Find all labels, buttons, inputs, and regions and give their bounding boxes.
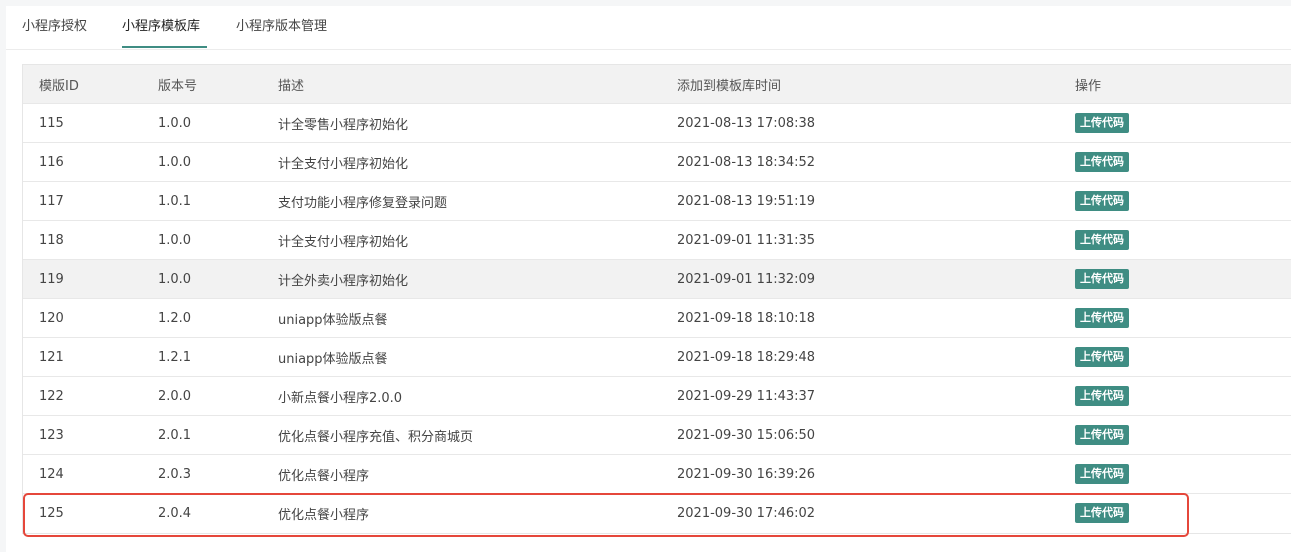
tab-version-management[interactable]: 小程序版本管理 bbox=[236, 18, 327, 36]
upload-code-button[interactable]: 上传代码 bbox=[1075, 152, 1129, 172]
cell-time: 2021-08-13 19:51:19 bbox=[677, 193, 816, 209]
cell-action: 上传代码 bbox=[1059, 182, 1291, 221]
upload-code-button[interactable]: 上传代码 bbox=[1075, 425, 1129, 445]
cell-version: 1.0.0 bbox=[158, 154, 192, 170]
header-added-time: 添加到模板库时间 bbox=[677, 78, 782, 94]
template-table: 模版ID 版本号 描述 添加到模板库时间 操作 115 1.0.0 计全零售小程… bbox=[23, 65, 1291, 533]
cell-action: 上传代码 bbox=[1059, 338, 1291, 377]
cell-time: 2021-09-01 11:31:35 bbox=[677, 232, 816, 248]
cell-id: 115 bbox=[39, 115, 64, 131]
cell-time: 2021-08-13 18:34:52 bbox=[677, 154, 816, 170]
cell-time: 2021-09-30 15:06:50 bbox=[677, 427, 816, 443]
cell-action: 上传代码 bbox=[1059, 299, 1291, 338]
table-row: 120 1.2.0 uniapp体验版点餐 2021-09-18 18:10:1… bbox=[23, 298, 1291, 338]
cell-description: 优化点餐小程序 bbox=[278, 507, 370, 523]
cell-description: 优化点餐小程序 bbox=[278, 468, 370, 484]
cell-action: 上传代码 bbox=[1059, 377, 1291, 416]
tab-template-library[interactable]: 小程序模板库 bbox=[122, 18, 200, 36]
table-row: 119 1.0.0 计全外卖小程序初始化 2021-09-01 11:32:09… bbox=[23, 259, 1291, 299]
cell-id: 117 bbox=[39, 193, 64, 209]
cell-id: 120 bbox=[39, 310, 64, 326]
table-row: 124 2.0.3 优化点餐小程序 2021-09-30 16:39:26 上传… bbox=[23, 454, 1291, 494]
table-row: 125 2.0.4 优化点餐小程序 2021-09-30 17:46:02 上传… bbox=[23, 493, 1291, 533]
cell-id: 125 bbox=[39, 505, 64, 521]
upload-code-button[interactable]: 上传代码 bbox=[1075, 230, 1129, 250]
tab-mini-program-auth[interactable]: 小程序授权 bbox=[22, 18, 87, 36]
cell-version: 2.0.3 bbox=[158, 466, 192, 482]
cell-action: 上传代码 bbox=[1059, 455, 1291, 494]
header-description: 描述 bbox=[278, 78, 305, 94]
cell-description: 支付功能小程序修复登录问题 bbox=[278, 195, 448, 211]
template-library-panel: 小程序授权 小程序模板库 小程序版本管理 模版ID 版本号 描述 添加到模板库时… bbox=[6, 6, 1291, 552]
cell-description: 计全支付小程序初始化 bbox=[278, 234, 409, 250]
cell-description: 计全支付小程序初始化 bbox=[278, 156, 409, 172]
cell-id: 119 bbox=[39, 271, 64, 287]
cell-action: 上传代码 bbox=[1059, 416, 1291, 455]
table-row: 121 1.2.1 uniapp体验版点餐 2021-09-18 18:29:4… bbox=[23, 337, 1291, 377]
header-action: 操作 bbox=[1075, 78, 1102, 94]
table-row: 118 1.0.0 计全支付小程序初始化 2021-09-01 11:31:35… bbox=[23, 220, 1291, 260]
cell-id: 121 bbox=[39, 349, 64, 365]
cell-time: 2021-09-29 11:43:37 bbox=[677, 388, 816, 404]
page: 小程序授权 小程序模板库 小程序版本管理 模版ID 版本号 描述 添加到模板库时… bbox=[0, 0, 1291, 552]
cell-action: 上传代码 bbox=[1059, 260, 1291, 299]
upload-code-button[interactable]: 上传代码 bbox=[1075, 464, 1129, 484]
table-row: 115 1.0.0 计全零售小程序初始化 2021-08-13 17:08:38… bbox=[23, 103, 1291, 143]
active-tab-indicator bbox=[122, 46, 207, 48]
upload-code-button[interactable]: 上传代码 bbox=[1075, 308, 1129, 328]
table-row: 122 2.0.0 小新点餐小程序2.0.0 2021-09-29 11:43:… bbox=[23, 376, 1291, 416]
upload-code-button[interactable]: 上传代码 bbox=[1075, 347, 1129, 367]
cell-description: 计全零售小程序初始化 bbox=[278, 117, 409, 133]
cell-id: 124 bbox=[39, 466, 64, 482]
table-row: 123 2.0.1 优化点餐小程序充值、积分商城页 2021-09-30 15:… bbox=[23, 415, 1291, 455]
upload-code-button[interactable]: 上传代码 bbox=[1075, 386, 1129, 406]
template-table-container: 模版ID 版本号 描述 添加到模板库时间 操作 115 1.0.0 计全零售小程… bbox=[22, 64, 1291, 534]
cell-action: 上传代码 bbox=[1059, 221, 1291, 260]
cell-id: 123 bbox=[39, 427, 64, 443]
cell-version: 2.0.4 bbox=[158, 505, 192, 521]
cell-time: 2021-09-30 17:46:02 bbox=[677, 505, 816, 521]
table-row: 116 1.0.0 计全支付小程序初始化 2021-08-13 18:34:52… bbox=[23, 142, 1291, 182]
cell-id: 122 bbox=[39, 388, 64, 404]
cell-version: 1.0.0 bbox=[158, 115, 192, 131]
table-header-row: 模版ID 版本号 描述 添加到模板库时间 操作 bbox=[23, 65, 1291, 104]
cell-description: uniapp体验版点餐 bbox=[278, 351, 388, 367]
cell-version: 1.0.0 bbox=[158, 232, 192, 248]
cell-time: 2021-08-13 17:08:38 bbox=[677, 115, 816, 131]
cell-action: 上传代码 bbox=[1059, 104, 1291, 143]
cell-description: uniapp体验版点餐 bbox=[278, 312, 388, 328]
header-template-id: 模版ID bbox=[39, 78, 79, 94]
cell-time: 2021-09-18 18:10:18 bbox=[677, 310, 816, 326]
cell-version: 1.2.0 bbox=[158, 310, 192, 326]
table-row: 117 1.0.1 支付功能小程序修复登录问题 2021-08-13 19:51… bbox=[23, 181, 1291, 221]
cell-version: 2.0.0 bbox=[158, 388, 192, 404]
cell-id: 118 bbox=[39, 232, 64, 248]
header-version: 版本号 bbox=[158, 78, 198, 94]
cell-description: 小新点餐小程序2.0.0 bbox=[278, 390, 403, 406]
cell-version: 1.0.0 bbox=[158, 271, 192, 287]
cell-time: 2021-09-01 11:32:09 bbox=[677, 271, 816, 287]
upload-code-button[interactable]: 上传代码 bbox=[1075, 191, 1129, 211]
upload-code-button[interactable]: 上传代码 bbox=[1075, 503, 1129, 524]
upload-code-button[interactable]: 上传代码 bbox=[1075, 113, 1129, 133]
tab-bar: 小程序授权 小程序模板库 小程序版本管理 bbox=[6, 6, 1291, 50]
cell-description: 计全外卖小程序初始化 bbox=[278, 273, 409, 289]
cell-version: 1.2.1 bbox=[158, 349, 192, 365]
cell-time: 2021-09-30 16:39:26 bbox=[677, 466, 816, 482]
cell-description: 优化点餐小程序充值、积分商城页 bbox=[278, 429, 474, 445]
cell-action: 上传代码 bbox=[1059, 494, 1291, 533]
cell-time: 2021-09-18 18:29:48 bbox=[677, 349, 816, 365]
upload-code-button[interactable]: 上传代码 bbox=[1075, 269, 1129, 289]
cell-id: 116 bbox=[39, 154, 64, 170]
cell-version: 1.0.1 bbox=[158, 193, 192, 209]
cell-action: 上传代码 bbox=[1059, 143, 1291, 182]
cell-version: 2.0.1 bbox=[158, 427, 192, 443]
